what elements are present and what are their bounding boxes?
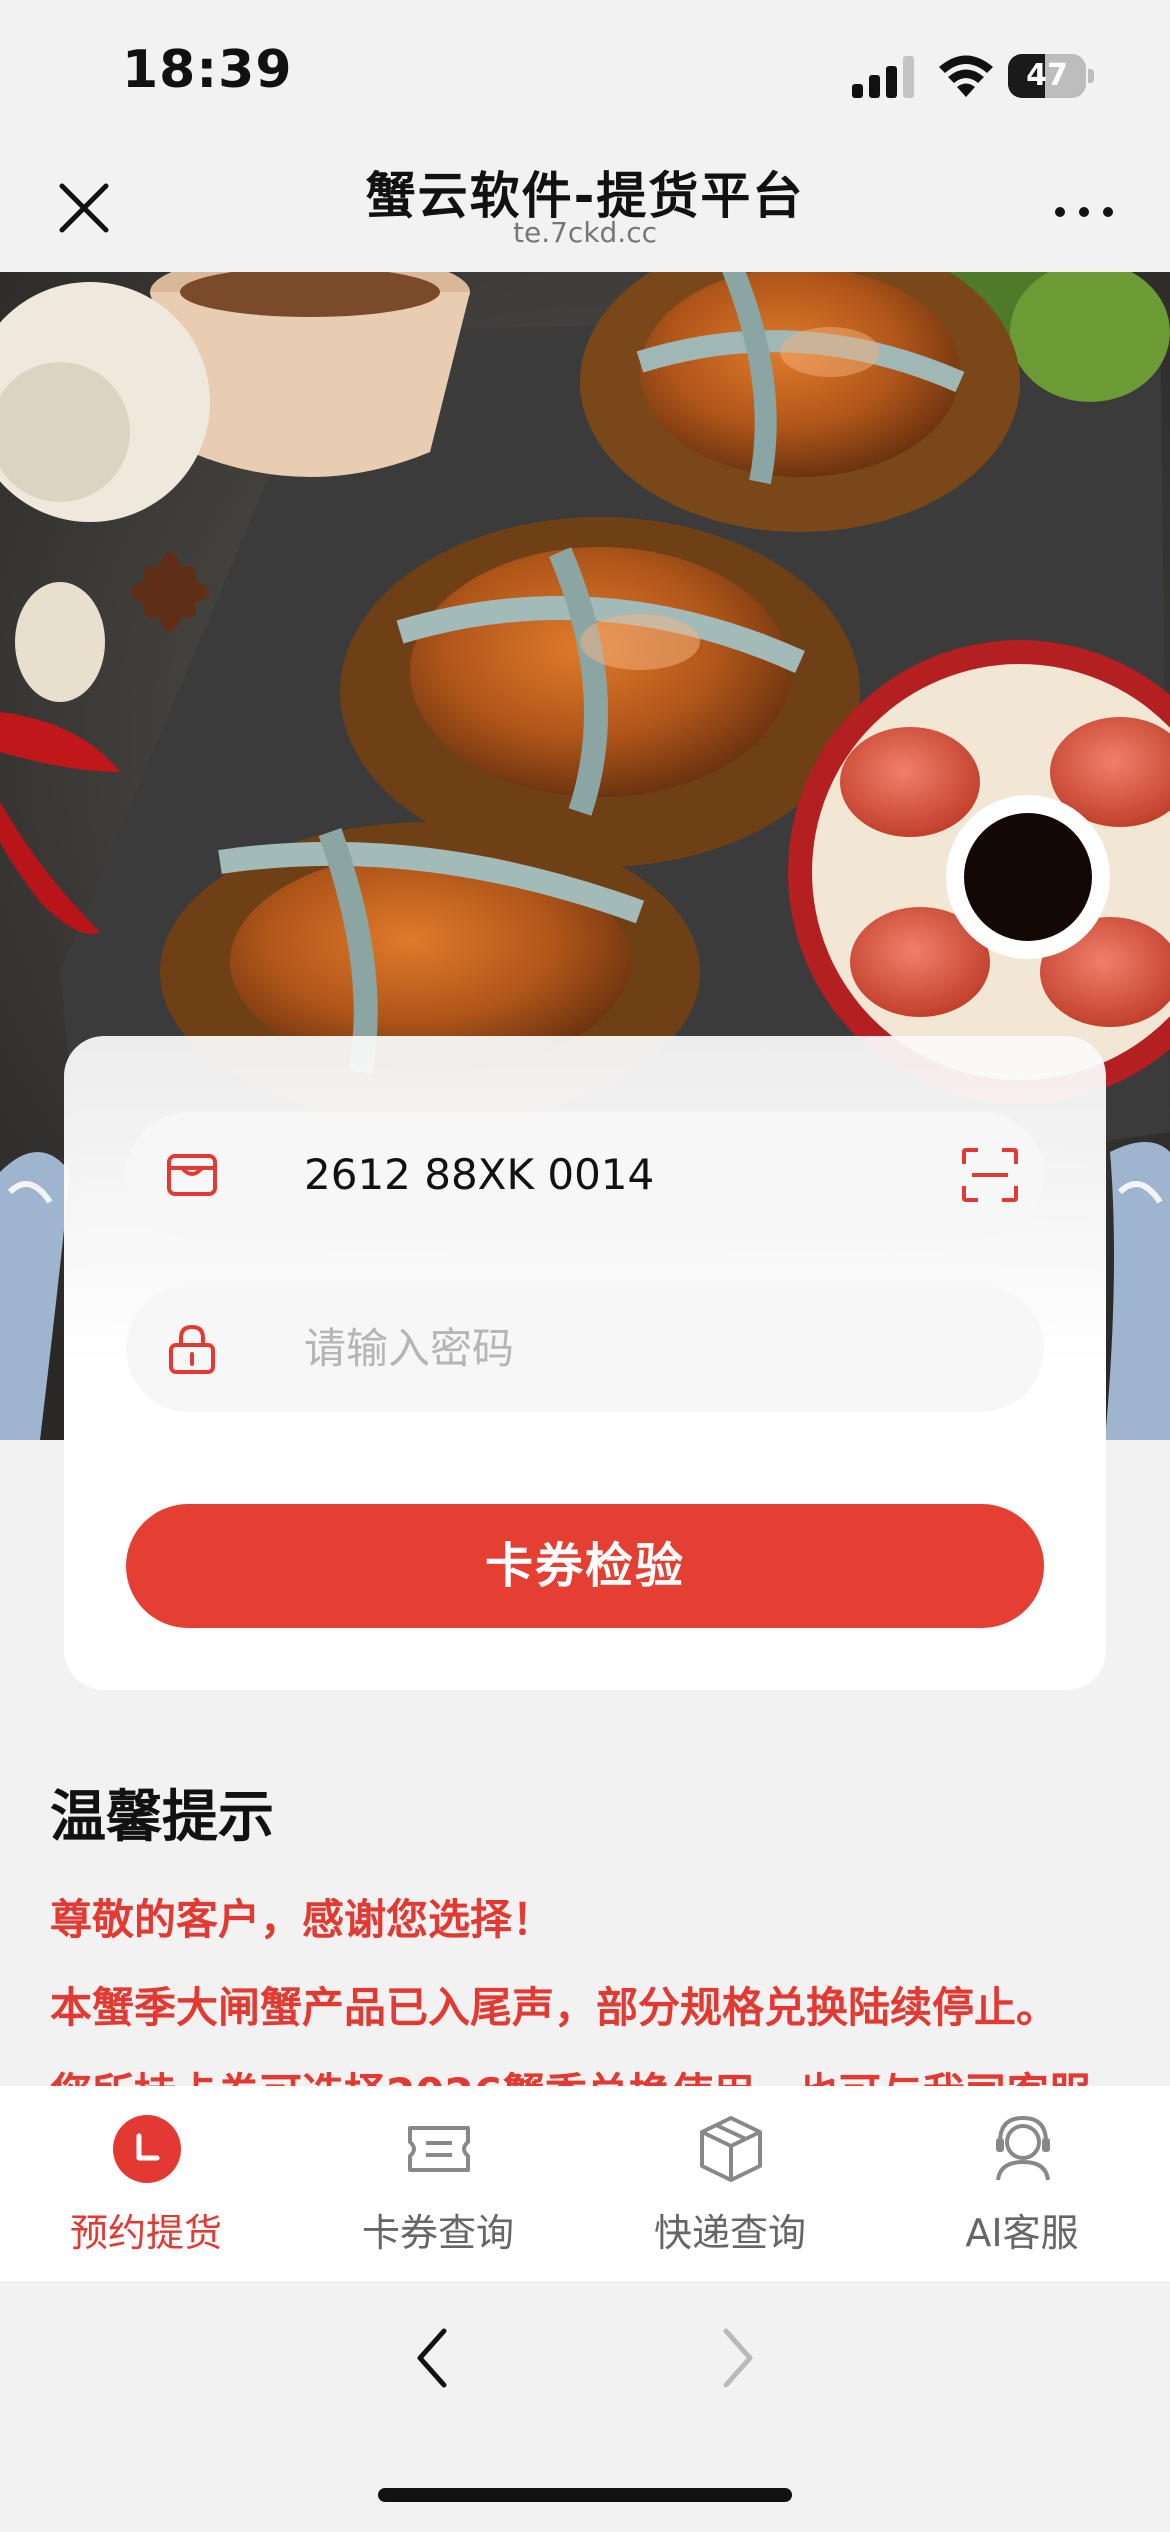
tab-bar: 预约提货 卡券查询 快递查询 AI客服 (0, 2086, 1170, 2282)
tab-label: 快递查询 (653, 2211, 806, 2255)
password-field[interactable]: 请输入密码 (126, 1286, 1044, 1412)
title-bar: 蟹云软件-提货平台 te.7ckd.cc (0, 150, 1170, 272)
more-icon[interactable] (1052, 200, 1116, 224)
calendar-icon (113, 2115, 181, 2183)
card-number-field[interactable]: 2612 88XK 0014 (126, 1112, 1044, 1238)
card-number-value: 2612 88XK 0014 (304, 1150, 655, 1199)
verify-button[interactable]: 卡券检验 (126, 1504, 1044, 1628)
forward-icon[interactable] (714, 2323, 762, 2393)
signal-icon (852, 56, 914, 98)
battery-percent: 47 (1026, 58, 1068, 93)
agent-icon (996, 2115, 1050, 2181)
wifi-icon (939, 55, 993, 97)
notice-line: 尊敬的客户，感谢您选择！ (50, 1895, 555, 1944)
box-icon (700, 2116, 762, 2182)
tab-reserve-pickup[interactable]: 预约提货 (0, 2086, 292, 2282)
tab-label: 卡券查询 (361, 2211, 514, 2255)
notice-title: 温馨提示 (50, 1785, 274, 1850)
status-bar: 18:39 47 (0, 0, 1170, 150)
password-placeholder: 请输入密码 (304, 1324, 515, 1373)
lock-icon (169, 1324, 215, 1374)
close-icon[interactable] (52, 176, 116, 240)
screen: 18:39 47 蟹云软件-提货平台 te.7ckd.cc 2612 88XK … (0, 0, 1170, 2532)
scan-icon[interactable] (960, 1146, 1020, 1204)
tab-express-query[interactable]: 快递查询 (584, 2086, 876, 2282)
back-icon[interactable] (408, 2323, 456, 2393)
battery-icon: 47 (1008, 54, 1094, 98)
status-time: 18:39 (122, 40, 293, 100)
tab-coupon-query[interactable]: 卡券查询 (292, 2086, 584, 2282)
tab-label: 预约提货 (69, 2211, 222, 2255)
card-icon (167, 1154, 217, 1196)
page-domain: te.7ckd.cc (513, 216, 657, 249)
tab-label: AI客服 (965, 2211, 1079, 2255)
ticket-icon (408, 2126, 470, 2172)
notice-line: 本蟹季大闸蟹产品已入尾声，部分规格兑换陆续停止。 (50, 1983, 1059, 2032)
home-indicator[interactable] (378, 2488, 792, 2502)
tab-ai-service[interactable]: AI客服 (876, 2086, 1168, 2282)
redeem-card: 2612 88XK 0014 请输入密码 卡券检验 (64, 1036, 1106, 1690)
